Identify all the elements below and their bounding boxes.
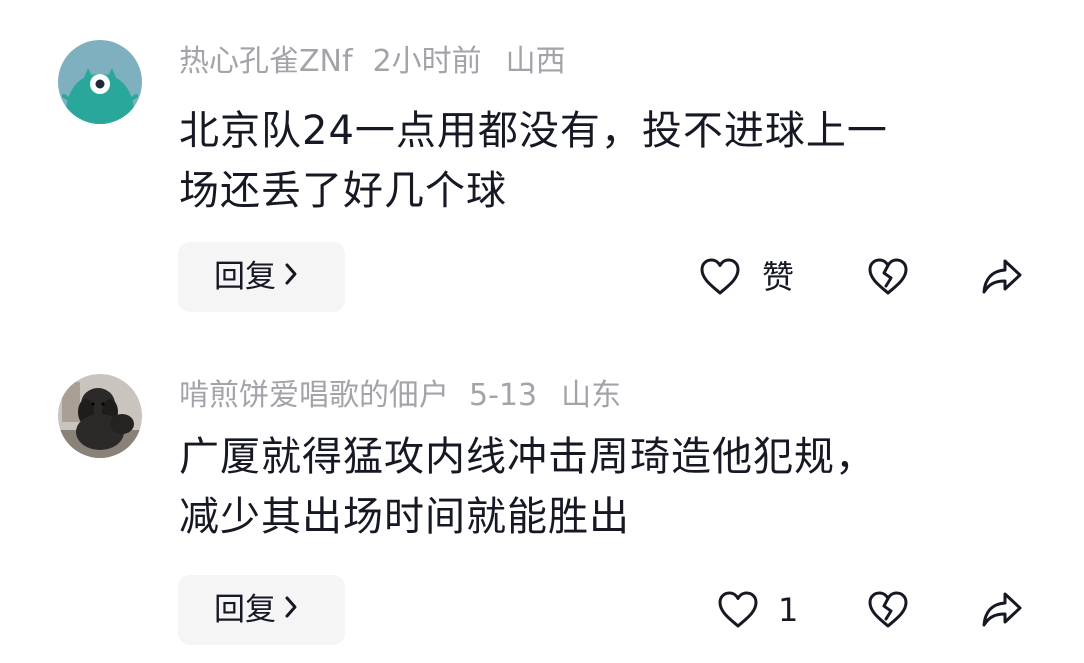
like-count[interactable]: 1 (778, 580, 798, 640)
comment-location: 山东 (561, 378, 622, 413)
comment-text-line: 减少其出场时间就能胜出 (179, 494, 630, 540)
avatar[interactable] (58, 374, 142, 458)
comment-text[interactable]: 北京队24一点用都没有，投不进球上一 场还丢了好几个球 (179, 101, 1039, 221)
avatar[interactable] (58, 40, 142, 124)
username[interactable]: 热心孔雀ZNf (179, 42, 353, 82)
comment-item: 热心孔雀ZNf 2小时前 山西 北京队24一点用都没有，投不进球上一 场还丢了好几个… (0, 0, 1084, 332)
comment-time: 5-13 (469, 378, 538, 413)
avatar-monster-image (58, 40, 142, 124)
share-arrow-icon[interactable] (980, 588, 1024, 632)
username[interactable]: 啃煎饼爱唱歌的佃户 (179, 376, 449, 416)
broken-heart-icon[interactable] (866, 255, 910, 299)
comment-meta: 啃煎饼爱唱歌的佃户 5-13 山东 (179, 376, 621, 416)
broken-heart-icon[interactable] (866, 588, 910, 632)
comment-actions: 赞 (0, 247, 1084, 307)
comment-location: 山西 (505, 44, 566, 79)
comment-actions: 1 (0, 580, 1084, 640)
comment-time: 2小时前 (372, 44, 482, 79)
comment-item: 啃煎饼爱唱歌的佃户 5-13 山东 广厦就得猛攻内线冲击周琦造他犯规， 减少其出场时… (0, 332, 1084, 663)
comment-text-line: 广厦就得猛攻内线冲击周琦造他犯规， (179, 434, 876, 480)
avatar-poodle-image (58, 374, 142, 458)
heart-outline-icon[interactable] (698, 255, 742, 299)
comment-text-line: 场还丢了好几个球 (179, 168, 507, 214)
comment-meta: 热心孔雀ZNf 2小时前 山西 (179, 42, 566, 82)
share-arrow-icon[interactable] (980, 255, 1024, 299)
comment-text-line: 北京队24一点用都没有，投不进球上一 (179, 108, 888, 154)
comment-text[interactable]: 广厦就得猛攻内线冲击周琦造他犯规， 减少其出场时间就能胜出 (179, 427, 1039, 547)
like-label[interactable]: 赞 (762, 247, 794, 307)
heart-outline-icon[interactable] (716, 588, 760, 632)
